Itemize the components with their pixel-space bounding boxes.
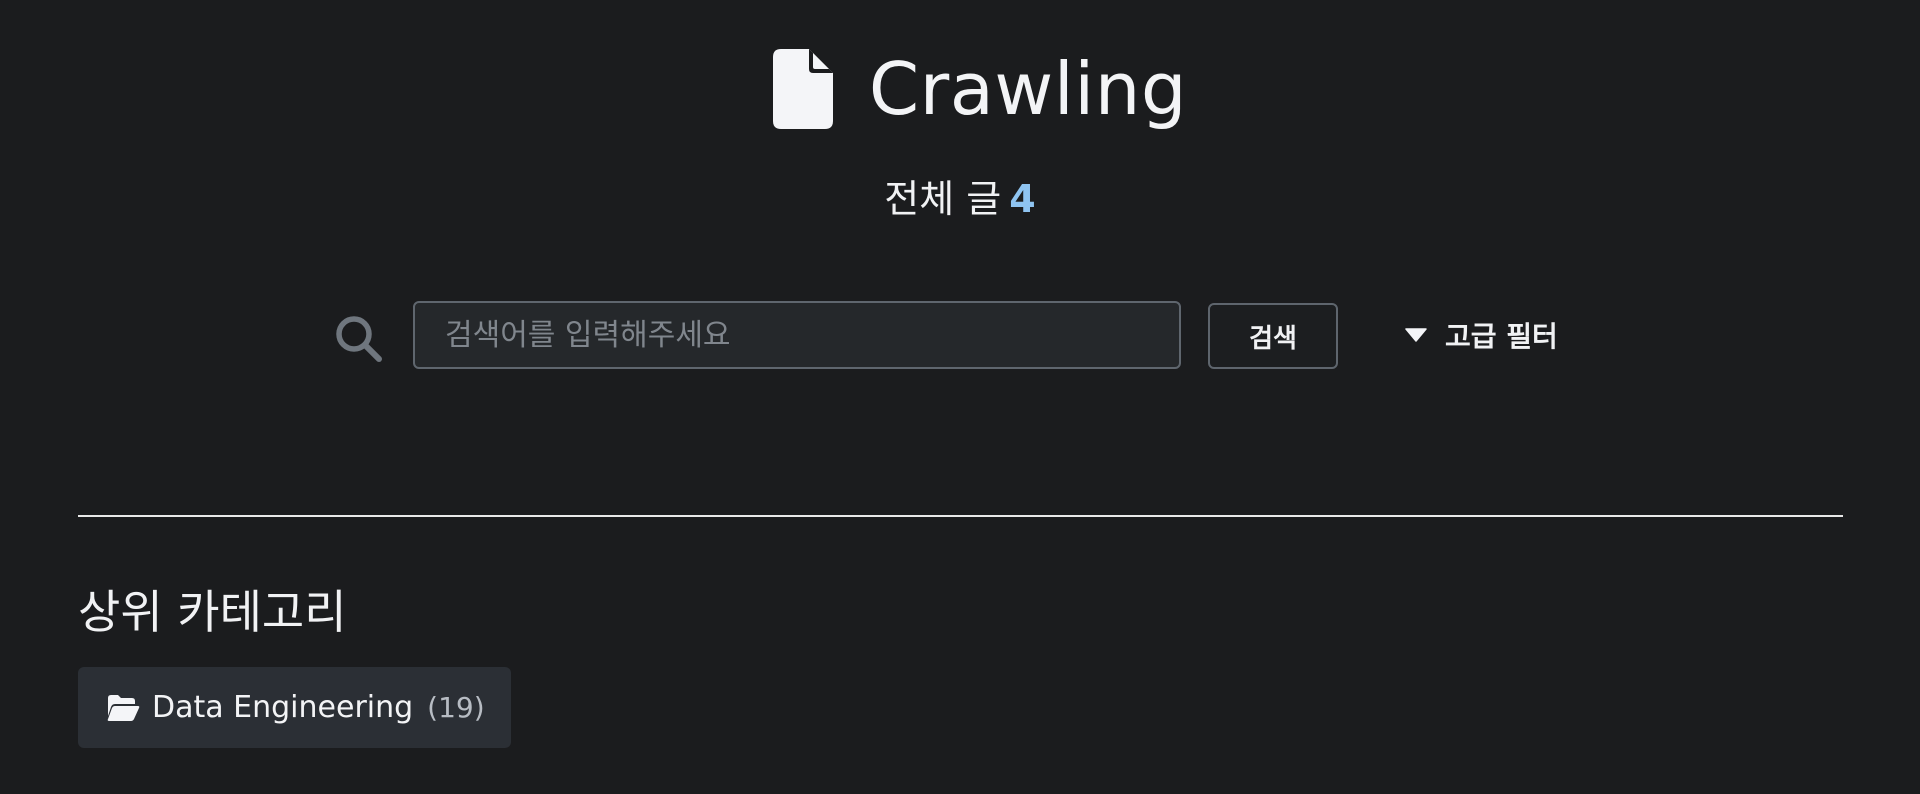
post-count-label: 전체 글 bbox=[884, 177, 1002, 221]
caret-down-icon bbox=[1405, 328, 1427, 342]
section-title: 상위 카테고리 bbox=[78, 585, 347, 639]
advanced-filter-label: 고급 필터 bbox=[1445, 320, 1558, 353]
category-name: Data Engineering bbox=[152, 690, 414, 725]
search-icon bbox=[333, 313, 385, 365]
search-bar: 검색 고급 필터 bbox=[0, 301, 1920, 373]
search-input[interactable] bbox=[413, 301, 1181, 369]
search-button[interactable]: 검색 bbox=[1208, 303, 1338, 369]
category-chip[interactable]: Data Engineering (19) bbox=[78, 667, 511, 748]
post-count-value: 4 bbox=[1009, 177, 1036, 221]
section-divider bbox=[78, 515, 1843, 517]
folder-open-icon bbox=[106, 694, 140, 722]
file-icon bbox=[772, 49, 833, 129]
post-count-line: 전체 글4 bbox=[0, 174, 1920, 224]
category-count: (19) bbox=[427, 691, 485, 724]
title-group: Crawling bbox=[772, 47, 1188, 131]
page-header: Crawling bbox=[0, 0, 1920, 140]
advanced-filter-toggle[interactable]: 고급 필터 bbox=[1405, 315, 1558, 355]
page: Crawling 전체 글4 검색 고급 필터 상위 카테고리 bbox=[0, 0, 1920, 794]
page-title: Crawling bbox=[868, 47, 1188, 131]
